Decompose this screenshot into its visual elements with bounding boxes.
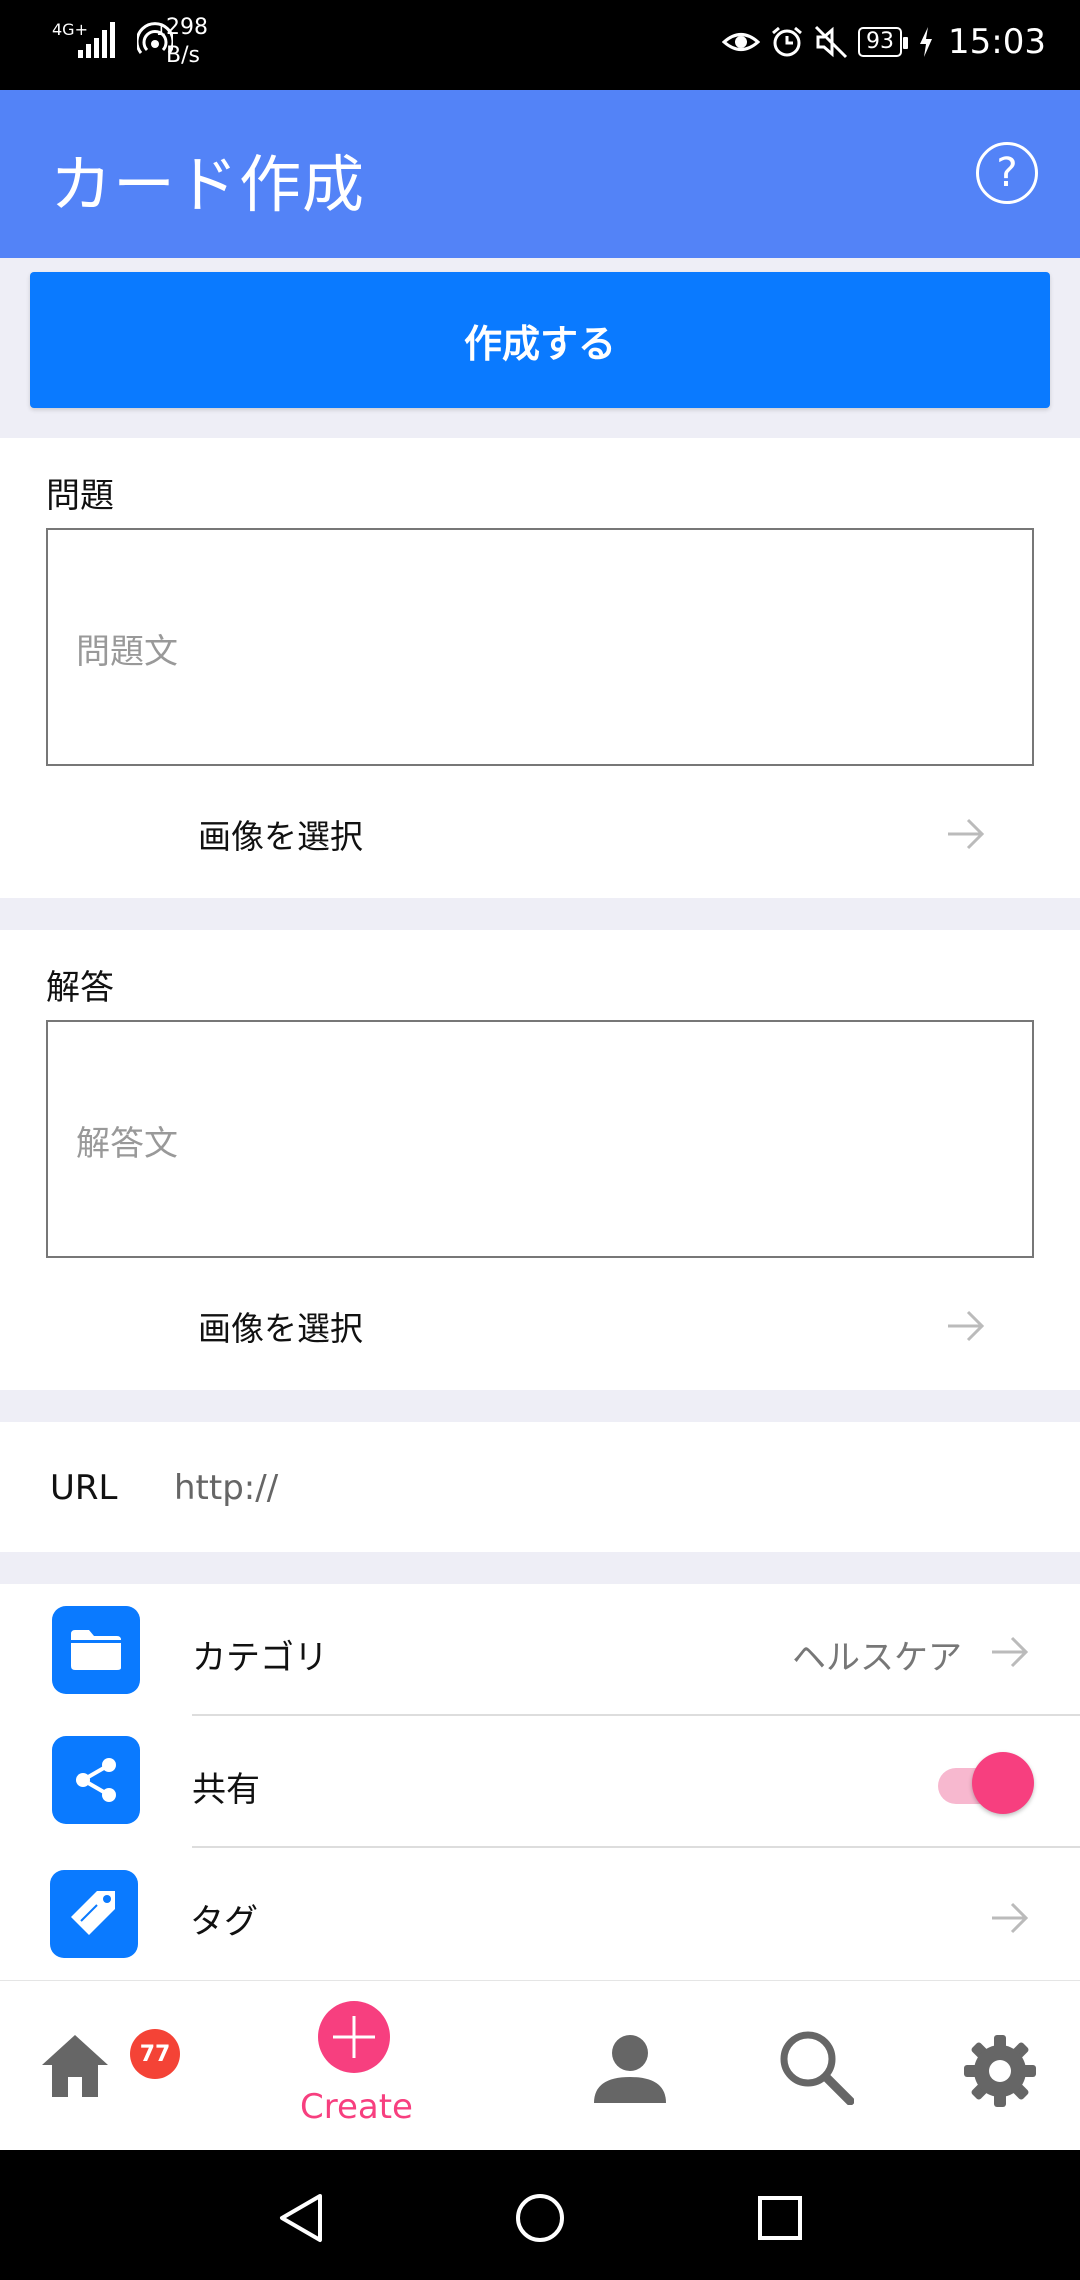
help-button[interactable]: ?: [976, 142, 1038, 204]
share-row: 共有: [0, 1716, 1080, 1848]
network-type: 4G+: [52, 20, 88, 39]
network-indicator: 4G+: [52, 18, 173, 58]
question-placeholder: 問題文: [76, 632, 178, 672]
category-label: カテゴリ: [192, 1638, 328, 1678]
app-bar: カード作成 ?: [0, 90, 1080, 258]
nav-search[interactable]: [776, 1981, 856, 2151]
answer-title: 解答: [46, 968, 114, 1008]
question-image-select[interactable]: 画像を選択: [0, 788, 1080, 878]
toggle-knob: [972, 1752, 1034, 1814]
search-icon: [780, 2031, 854, 2105]
url-input[interactable]: http://: [174, 1468, 278, 1508]
back-icon[interactable]: [276, 2192, 326, 2244]
share-toggle[interactable]: [938, 1748, 1034, 1814]
settings-list: カテゴリ ヘルスケア 共有 タグ: [0, 1584, 1080, 1980]
person-icon: [594, 2035, 666, 2103]
nav-profile[interactable]: [590, 1981, 670, 2151]
category-row[interactable]: カテゴリ ヘルスケア: [0, 1584, 1080, 1716]
add-icon: [318, 2001, 390, 2073]
tag-icon: [50, 1870, 138, 1958]
gear-icon: [964, 2035, 1036, 2107]
status-bar: 4G+ 1 298 B/s 93 15:03: [0, 0, 1080, 90]
eye-icon: [722, 33, 761, 51]
answer-input[interactable]: 解答文: [46, 1020, 1034, 1258]
share-label: 共有: [192, 1770, 260, 1810]
url-row: URL http://: [0, 1422, 1080, 1552]
recents-icon[interactable]: [756, 2194, 804, 2242]
answer-placeholder: 解答文: [76, 1124, 178, 1164]
category-value: ヘルスケア: [792, 1638, 962, 1678]
mute-icon: [814, 25, 848, 59]
page-title: カード作成: [50, 148, 366, 221]
answer-image-select[interactable]: 画像を選択: [0, 1280, 1080, 1370]
status-icons: 93 15:03: [722, 22, 1046, 62]
question-image-select-label: 画像を選択: [198, 817, 363, 856]
folder-icon: [52, 1606, 140, 1694]
nav-create[interactable]: Create: [0, 1981, 420, 2151]
tag-label: タグ: [190, 1902, 258, 1942]
battery-indicator: 93: [858, 27, 909, 57]
bottom-nav: 77 Create: [0, 1980, 1080, 2150]
arrow-right-icon: [948, 1310, 985, 1342]
nav-create-label: Create: [300, 2087, 413, 2127]
question-input[interactable]: 問題文: [46, 528, 1034, 766]
question-section: 問題 問題文 画像を選択: [0, 438, 1080, 898]
home-circle-icon[interactable]: [514, 2192, 566, 2244]
question-title: 問題: [46, 476, 114, 516]
arrow-right-icon: [992, 1902, 1029, 1934]
charging-icon: [920, 27, 933, 57]
share-icon: [52, 1736, 140, 1824]
arrow-right-icon: [948, 818, 985, 850]
answer-image-select-label: 画像を選択: [198, 1309, 363, 1348]
tag-row[interactable]: タグ: [0, 1848, 1080, 1980]
clock: 15:03: [948, 22, 1046, 62]
alarm-icon: [772, 26, 802, 57]
create-card-button[interactable]: 作成する: [30, 272, 1050, 408]
network-speed: 1 298 B/s: [156, 15, 208, 68]
arrow-right-icon: [992, 1636, 1029, 1668]
nav-settings[interactable]: [962, 1981, 1042, 2151]
system-nav-bar: [0, 2150, 1080, 2280]
help-icon: ?: [996, 150, 1018, 196]
url-label: URL: [50, 1468, 118, 1508]
answer-section: 解答 解答文 画像を選択: [0, 930, 1080, 1390]
